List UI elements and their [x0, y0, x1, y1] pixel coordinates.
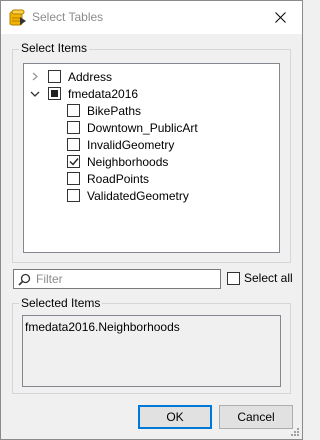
tree-item-label: fmedata2016 — [68, 86, 139, 101]
window-title: Select Tables — [32, 10, 104, 24]
fme-table-icon — [9, 9, 26, 26]
selected-items-label: Selected Items — [19, 296, 103, 310]
tree-item-label: Downtown_PublicArt — [87, 120, 198, 135]
checkmark-icon — [69, 158, 79, 166]
selected-item[interactable]: fmedata2016.Neighborhoods — [25, 320, 278, 334]
selected-items-list[interactable]: fmedata2016.Neighborhoods — [22, 315, 281, 387]
close-button[interactable] — [258, 1, 302, 34]
tree-item-fmedata2016[interactable]: fmedata2016 — [29, 85, 138, 102]
tree-item-label: BikePaths — [87, 103, 142, 118]
table-tree[interactable]: Address fmedata2016 BikePaths Downtown_P… — [23, 63, 280, 253]
select-all-checkbox[interactable] — [227, 271, 240, 285]
tree-item-address[interactable]: Address — [29, 68, 112, 85]
resize-grip-icon[interactable] — [290, 427, 300, 437]
tree-item-validatedgeometry[interactable]: ValidatedGeometry — [67, 187, 189, 204]
close-icon — [274, 12, 286, 23]
tree-item-label: Address — [68, 69, 113, 84]
tree-item-neighborhoods[interactable]: Neighborhoods — [67, 153, 168, 170]
checkbox-bikepaths[interactable] — [67, 104, 80, 117]
checkbox-invalidgeometry[interactable] — [67, 138, 80, 151]
chevron-right-icon[interactable] — [29, 71, 41, 83]
checkbox-neighborhoods[interactable] — [67, 155, 80, 168]
title-bar: Select Tables — [1, 1, 302, 34]
checkbox-validatedgeometry[interactable] — [67, 189, 80, 202]
ok-button[interactable]: OK — [138, 405, 212, 429]
select-items-label: Select Items — [19, 41, 90, 55]
cancel-button[interactable]: Cancel — [219, 405, 293, 429]
tree-item-label: ValidatedGeometry — [87, 188, 189, 203]
search-icon — [18, 273, 31, 286]
tree-item-roadpoints[interactable]: RoadPoints — [67, 170, 149, 187]
select-all-label: Select all — [244, 271, 293, 285]
tree-item-label: InvalidGeometry — [87, 137, 175, 152]
tree-item-downtown-publicart[interactable]: Downtown_PublicArt — [67, 119, 198, 136]
select-all[interactable]: Select all — [227, 271, 293, 285]
checkbox-fmedata2016[interactable] — [48, 87, 61, 100]
filter-field[interactable] — [13, 269, 221, 289]
tree-item-label: RoadPoints — [87, 171, 150, 186]
filter-input[interactable] — [36, 271, 216, 287]
select-tables-dialog: Select Tables Select Items Address fmeda… — [0, 0, 303, 440]
tree-item-label: Neighborhoods — [87, 154, 169, 169]
checkbox-roadpoints[interactable] — [67, 172, 80, 185]
checkbox-address[interactable] — [48, 70, 61, 83]
tree-item-invalidgeometry[interactable]: InvalidGeometry — [67, 136, 174, 153]
checkbox-downtown-publicart[interactable] — [67, 121, 80, 134]
tree-item-bikepaths[interactable]: BikePaths — [67, 102, 141, 119]
chevron-down-icon[interactable] — [29, 88, 41, 100]
